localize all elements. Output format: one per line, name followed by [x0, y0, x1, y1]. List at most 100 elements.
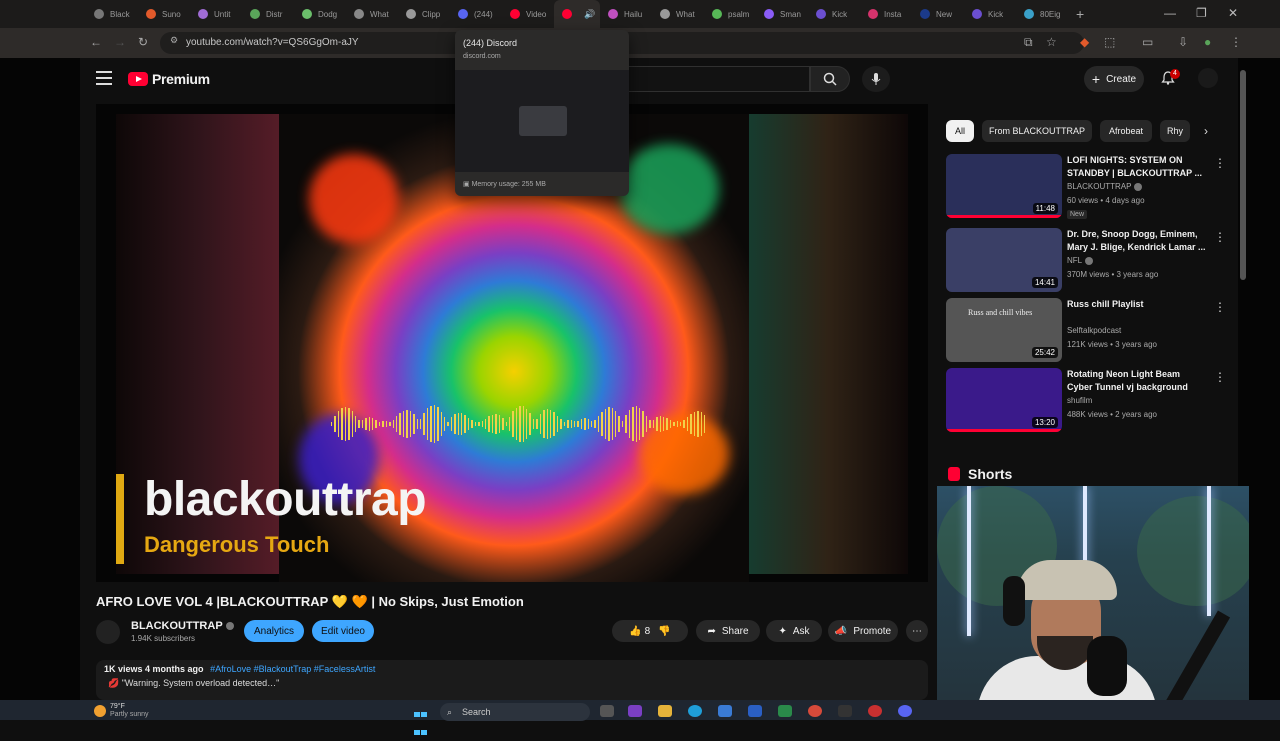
folder-icon[interactable]: [658, 705, 672, 717]
waveform-bar: [382, 421, 384, 427]
search-button[interactable]: [810, 66, 850, 92]
browser-tab[interactable]: psalm: [704, 0, 756, 28]
waveform-bar: [580, 419, 583, 429]
reload-icon[interactable]: ↻: [138, 35, 148, 49]
browser-tab[interactable]: What: [346, 0, 398, 28]
taskbar-app-icon[interactable]: [778, 705, 792, 717]
chip-afrobeat[interactable]: Afrobeat: [1100, 120, 1152, 142]
bookmark-star-icon[interactable]: ☆: [1046, 35, 1057, 49]
more-vertical-icon[interactable]: ⋮: [1214, 156, 1226, 170]
ask-button[interactable]: ✦ Ask: [766, 620, 822, 642]
more-vertical-icon[interactable]: ⋮: [1214, 230, 1226, 244]
minimize-icon[interactable]: —: [1164, 6, 1176, 20]
page-scrollbar[interactable]: [1240, 70, 1246, 280]
browser-tab[interactable]: Untit: [190, 0, 242, 28]
browser-tab[interactable]: Insta: [860, 0, 912, 28]
browser-tab[interactable]: Suno: [138, 0, 190, 28]
video-title[interactable]: Russ chill Playlist: [1067, 298, 1207, 311]
taskbar-app-icon[interactable]: [718, 705, 732, 717]
create-button[interactable]: + Create: [1084, 66, 1144, 92]
recommended-video[interactable]: 11:48 LOFI NIGHTS: SYSTEM ON STANDBY | BL…: [946, 154, 1236, 220]
profile-icon[interactable]: ●: [1204, 35, 1211, 49]
video-thumbnail[interactable]: 13:20: [946, 368, 1062, 432]
browser-tab[interactable]: What: [652, 0, 704, 28]
browser-tab[interactable]: Dodg: [294, 0, 346, 28]
channel-avatar[interactable]: [96, 620, 120, 644]
install-app-icon[interactable]: ⧉: [1024, 35, 1033, 50]
browser-tab[interactable]: Kick: [964, 0, 1016, 28]
waveform-bar: [550, 409, 552, 439]
maximize-icon[interactable]: ❐: [1196, 6, 1207, 20]
waveform-bar: [495, 413, 497, 435]
extension-icon[interactable]: ◆: [1080, 35, 1089, 49]
chip-from-channel[interactable]: From BLACKOUTTRAP: [982, 120, 1092, 142]
edge-icon[interactable]: [688, 705, 702, 717]
channel-name[interactable]: BLACKOUTTRAP: [131, 620, 234, 632]
video-thumbnail[interactable]: Russ and chill vibes 25:42: [946, 298, 1062, 362]
recommended-video[interactable]: Russ and chill vibes 25:42 Russ chill Play…: [946, 298, 1236, 364]
discord-icon[interactable]: [898, 705, 912, 717]
youtube-premium-logo[interactable]: Premium: [128, 71, 210, 87]
sidepanel-icon[interactable]: ▭: [1142, 35, 1153, 49]
recommended-video[interactable]: 14:41 Dr. Dre, Snoop Dogg, Eminem, Mary J…: [946, 228, 1236, 294]
channel-name[interactable]: shufilm: [1067, 396, 1092, 405]
chevron-right-icon[interactable]: ›: [1196, 120, 1216, 142]
chip-all[interactable]: All: [946, 120, 974, 142]
like-button[interactable]: 👍 8: [629, 626, 650, 637]
waveform-bar: [690, 413, 692, 435]
video-title[interactable]: LOFI NIGHTS: SYSTEM ON STANDBY | BLACKOU…: [1067, 154, 1207, 180]
extensions-puzzle-icon[interactable]: ⬚: [1104, 35, 1115, 49]
site-info-icon[interactable]: ⚙: [170, 35, 178, 46]
browser-tab[interactable]: Distr: [242, 0, 294, 28]
more-actions-button[interactable]: ⋯: [906, 620, 928, 642]
hamburger-menu-icon[interactable]: [96, 71, 112, 87]
new-tab-icon[interactable]: +: [1076, 6, 1084, 22]
voice-search-button[interactable]: [862, 66, 890, 92]
taskbar-app-icon[interactable]: [838, 705, 852, 717]
account-avatar[interactable]: [1198, 68, 1218, 88]
browser-tab[interactable]: Video: [502, 0, 554, 28]
more-vertical-icon[interactable]: ⋮: [1214, 300, 1226, 314]
browser-tab[interactable]: Sman: [756, 0, 808, 28]
taskbar-app-icon[interactable]: [600, 705, 614, 717]
browser-tab[interactable]: 80Eig: [1016, 0, 1068, 28]
waveform-bar: [676, 421, 679, 427]
browser-tab[interactable]: 🔊✕: [554, 0, 600, 28]
video-title[interactable]: Dr. Dre, Snoop Dogg, Eminem, Mary J. Bli…: [1067, 228, 1207, 254]
downloads-icon[interactable]: ⇩: [1178, 35, 1188, 49]
chip-rhythm[interactable]: Rhy: [1160, 120, 1190, 142]
recommended-video[interactable]: 13:20 Rotating Neon Light Beam Cyber Tunn…: [946, 368, 1236, 434]
channel-name[interactable]: NFL: [1067, 256, 1094, 265]
channel-name[interactable]: Selftalkpodcast: [1067, 326, 1121, 335]
taskbar-app-icon[interactable]: [628, 705, 642, 717]
waveform-bar: [515, 407, 518, 441]
video-thumbnail[interactable]: 11:48: [946, 154, 1062, 218]
taskbar-search[interactable]: ⌕ Search: [440, 703, 590, 721]
more-vertical-icon[interactable]: ⋮: [1214, 370, 1226, 384]
browser-tab[interactable]: New: [912, 0, 964, 28]
back-icon[interactable]: ←: [90, 35, 102, 49]
promote-button[interactable]: 📣 Promote: [828, 620, 898, 642]
browser-tab[interactable]: Hailu: [600, 0, 652, 28]
forward-icon[interactable]: →: [114, 35, 126, 49]
weather-widget[interactable]: 79°F Partly sunny: [94, 703, 149, 719]
edit-video-button[interactable]: Edit video: [312, 620, 374, 642]
tab-audio-icon[interactable]: 🔊: [584, 9, 595, 20]
browser-tab[interactable]: Black: [86, 0, 138, 28]
share-button[interactable]: ➦ Share: [696, 620, 760, 642]
video-title[interactable]: Rotating Neon Light Beam Cyber Tunnel vj…: [1067, 368, 1207, 394]
close-window-icon[interactable]: ✕: [1228, 6, 1238, 20]
dislike-button[interactable]: 👎: [658, 626, 670, 637]
browser-tab[interactable]: Clipp: [398, 0, 450, 28]
chrome-icon[interactable]: [808, 705, 822, 717]
browser-tab[interactable]: (244): [450, 0, 502, 28]
video-thumbnail[interactable]: 14:41: [946, 228, 1062, 292]
taskbar-app-icon[interactable]: [868, 705, 882, 717]
channel-name[interactable]: BLACKOUTTRAP: [1067, 182, 1143, 191]
browser-menu-icon[interactable]: ⋮: [1230, 35, 1242, 49]
waveform-bar: [331, 422, 333, 426]
analytics-button[interactable]: Analytics: [244, 620, 304, 642]
browser-tab[interactable]: Kick: [808, 0, 860, 28]
taskbar-app-icon[interactable]: [748, 705, 762, 717]
windows-start-icon[interactable]: [414, 705, 428, 735]
